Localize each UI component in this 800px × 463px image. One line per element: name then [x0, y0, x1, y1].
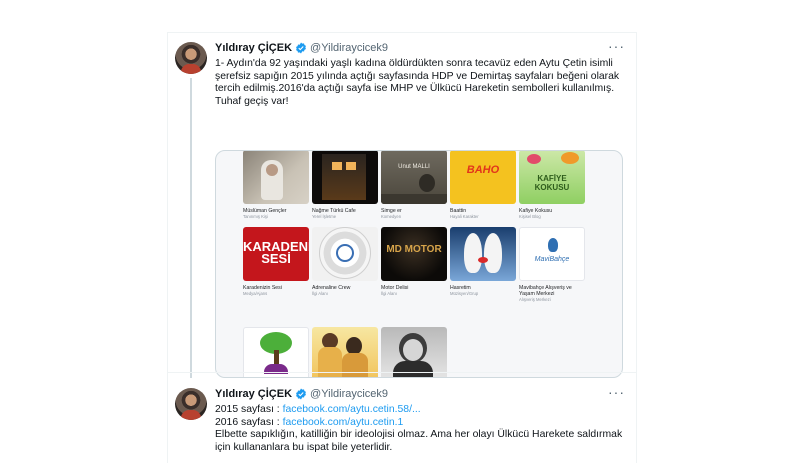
page-category: Hayali Karakter — [450, 214, 479, 219]
link-line-2015: 2015 sayfası : facebook.com/aytu.cetin.5… — [215, 404, 625, 417]
link-prefix: 2015 sayfası : — [215, 404, 283, 415]
tweet-2[interactable]: Yıldıray ÇİÇEK @Yildiraycicek9 ··· 2015 … — [167, 372, 637, 463]
page-card: MD MOTOR Motor Delisi İlgi Alanı — [381, 227, 447, 296]
page-thumbnail — [312, 151, 378, 204]
page-card — [243, 327, 309, 377]
page-thumbnail — [381, 327, 447, 377]
link-prefix: 2016 sayfası : — [215, 416, 283, 428]
tweet-header: Yıldıray ÇİÇEK @Yildiraycicek9 — [215, 42, 388, 54]
page-card: Adrenaline Crew İlgi Alanı — [312, 227, 378, 296]
author-handle[interactable]: @Yildiraycicek9 — [310, 388, 388, 400]
page-category: İlgi Alanı — [312, 291, 328, 296]
link-line-2016: 2016 sayfası : facebook.com/aytu.cetin.1 — [215, 417, 625, 430]
thread-connector — [190, 78, 192, 378]
avatar[interactable] — [175, 388, 207, 420]
page-thumbnail: MD MOTOR — [381, 227, 447, 281]
page-category: Müzisyen/Grup — [450, 291, 479, 296]
verified-badge-icon — [296, 42, 306, 54]
page-card: KAFİYE KOKUSU Kafiye Kokusu Kişisel Blog — [519, 151, 585, 219]
page-category: Komedyen — [381, 214, 402, 219]
page-category: Kişisel Blog — [519, 214, 541, 219]
page-category: Medya/Ajans — [243, 291, 268, 296]
author-name[interactable]: Yıldıray ÇİÇEK — [215, 42, 292, 54]
page-category: Yerel İşletme — [312, 214, 337, 219]
tweet-text: 1- Aydın'da 92 yaşındaki yaşlı kadına öl… — [215, 58, 620, 107]
tweet-text: Elbette sapıklığın, katilliğin bir ideol… — [215, 429, 623, 453]
page-card: Müslüman Gençler Tanınmış Kişi — [243, 151, 309, 219]
page-thumbnail: KARADENİZİN SESİ — [243, 227, 309, 281]
page-thumbnail: KAFİYE KOKUSU — [519, 151, 585, 204]
page-card: Hasretim Müzisyen/Grup — [450, 227, 516, 296]
page-card: MaviBahçe Mavibahçe Alışveriş ve Yaşam M… — [519, 227, 585, 302]
page-thumbnail: Unut MALLI — [381, 151, 447, 204]
verified-badge-icon — [296, 388, 306, 400]
page-thumbnail — [243, 327, 309, 377]
avatar[interactable] — [175, 42, 207, 74]
facebook-link-2015[interactable]: facebook.com/aytu.cetin.58/... — [283, 404, 421, 415]
page-thumbnail: MaviBahçe — [519, 227, 585, 281]
more-options-icon[interactable]: ··· — [608, 384, 625, 400]
attached-image[interactable]: Müslüman Gençler Tanınmış Kişi Nağme Tür… — [215, 150, 623, 378]
page-title: Mavibahçe Alışveriş ve Yaşam Merkezi — [519, 285, 572, 297]
page-card — [381, 327, 447, 377]
more-options-icon[interactable]: ··· — [608, 38, 625, 54]
tweet-header: Yıldıray ÇİÇEK @Yildiraycicek9 — [215, 388, 388, 400]
page-thumbnail — [312, 227, 378, 281]
page-card: Unut MALLI Simge er Komedyen — [381, 151, 447, 219]
page-thumbnail — [312, 327, 378, 377]
page-category: Alışveriş Merkezi — [519, 297, 551, 302]
page-card: Nağme Türkü Cafe Yerel İşletme — [312, 151, 378, 219]
page-category: İlgi Alanı — [381, 291, 397, 296]
author-name[interactable]: Yıldıray ÇİÇEK — [215, 388, 292, 400]
page-thumbnail — [450, 227, 516, 281]
facebook-link-2016[interactable]: facebook.com/aytu.cetin.1 — [283, 417, 404, 428]
tweet-1[interactable]: Yıldıray ÇİÇEK @Yildiraycicek9 ··· 1- Ay… — [167, 32, 637, 378]
page-card: KARADENİZİN SESİ Karadenizin Sesi Medya/… — [243, 227, 309, 296]
page-thumbnail: BAHO — [450, 151, 516, 204]
tweet-text-block: 2015 sayfası : facebook.com/aytu.cetin.5… — [215, 404, 625, 454]
page-category: Tanınmış Kişi — [243, 214, 268, 219]
page-thumbnail — [243, 151, 309, 204]
author-handle[interactable]: @Yildiraycicek9 — [310, 42, 388, 54]
page-card — [312, 327, 378, 377]
page-card: BAHO Baattin Hayali Karakter — [450, 151, 516, 219]
